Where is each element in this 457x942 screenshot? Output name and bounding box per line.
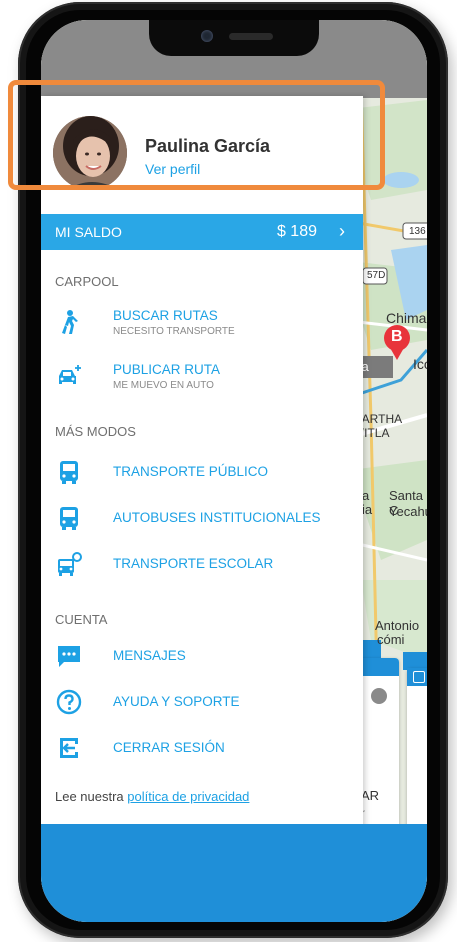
navigation-drawer: Paulina García Ver perfil MI SALDO $ 189…	[41, 96, 363, 836]
balance-bar[interactable]: MI SALDO $ 189 ›	[41, 214, 363, 250]
chat-icon	[58, 646, 80, 667]
menu-item-ayuda-soporte[interactable]: AYUDA Y SOPORTE	[55, 686, 355, 720]
menu-item-autobuses-institucionales[interactable]: AUTOBUSES INSTITUCIONALES	[55, 502, 355, 536]
profile-highlight-box	[8, 80, 385, 190]
walking-person-icon	[62, 310, 78, 334]
section-carpool: CARPOOL	[55, 274, 119, 289]
map-marker-b[interactable]: B	[391, 328, 403, 346]
menu-item-title: AUTOBUSES INSTITUCIONALES	[113, 510, 321, 525]
menu-item-title: TRANSPORTE PÚBLICO	[113, 464, 269, 479]
menu-item-title: MENSAJES	[113, 648, 186, 663]
highway-shield-136: 136	[409, 226, 426, 237]
lock-icon	[371, 688, 387, 704]
menu-item-title: BUSCAR RUTAS	[113, 308, 218, 323]
route-card-secondary[interactable]	[407, 668, 427, 838]
logout-icon	[60, 738, 78, 758]
calendar-icon	[413, 671, 425, 683]
menu-item-title: CERRAR SESIÓN	[113, 740, 225, 755]
bus-icon	[60, 507, 78, 530]
section-mas-modos: MÁS MODOS	[55, 424, 136, 439]
privacy-policy-link[interactable]: política de privacidad	[127, 789, 249, 804]
map-label-icoy: Icóy	[413, 356, 427, 372]
car-plus-icon	[59, 365, 81, 384]
notch	[149, 20, 319, 56]
map-label-comi: cómi	[377, 632, 405, 647]
map-label-chima: Chima	[386, 310, 427, 326]
menu-item-buscar-rutas[interactable]: BUSCAR RUTAS NECESITO TRANSPORTE	[55, 306, 355, 340]
help-icon	[56, 689, 82, 715]
privacy-prefix: Lee nuestra	[55, 789, 128, 804]
card-label-ar: AR	[361, 788, 380, 803]
privacy-note: Lee nuestra política de privacidad	[55, 789, 249, 804]
menu-item-cerrar-sesion[interactable]: CERRAR SESIÓN	[55, 732, 355, 766]
section-cuenta: CUENTA	[55, 612, 108, 627]
map-label-antonio: Antonio	[375, 618, 420, 633]
menu-item-title: AYUDA Y SOPORTE	[113, 694, 240, 709]
balance-label: MI SALDO	[55, 224, 122, 240]
speaker-grille	[229, 33, 273, 40]
menu-item-title: TRANSPORTE ESCOLAR	[113, 556, 274, 571]
highway-shield-57d: 57D	[367, 270, 386, 281]
camera-icon	[201, 30, 213, 42]
menu-item-subtitle: NECESITO TRANSPORTE	[113, 326, 235, 337]
bottom-bar	[41, 824, 427, 922]
balance-amount: $ 189	[276, 223, 317, 240]
menu-item-publicar-ruta[interactable]: PUBLICAR RUTA ME MUEVO EN AUTO	[55, 360, 355, 394]
menu-item-mensajes[interactable]: MENSAJES	[55, 640, 355, 674]
menu-item-transporte-publico[interactable]: TRANSPORTE PÚBLICO	[55, 456, 355, 490]
menu-item-transporte-escolar[interactable]: TRANSPORTE ESCOLAR	[55, 548, 355, 582]
chevron-right-icon: ›	[339, 221, 345, 241]
map-label-yecahu: Yecahu	[389, 504, 427, 519]
menu-item-title: PUBLICAR RUTA	[113, 362, 221, 377]
menu-item-subtitle: ME MUEVO EN AUTO	[113, 380, 214, 391]
school-transport-icon	[58, 552, 82, 576]
bus-icon	[60, 461, 78, 484]
